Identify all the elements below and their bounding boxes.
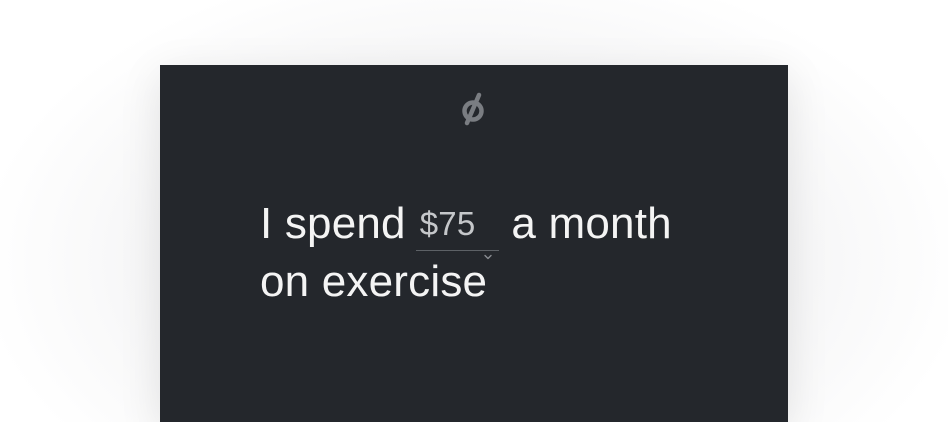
page-backdrop: I spend $75 a month on exercise — [0, 0, 948, 422]
monthly-spend-value: $75 — [419, 204, 476, 242]
monthly-spend-select[interactable]: $75 — [415, 202, 500, 259]
sentence-line-1: I spend $75 a month — [260, 195, 760, 259]
sentence-line-2: on exercise — [260, 257, 488, 306]
peloton-logo-icon — [459, 91, 489, 127]
chevron-down-icon — [483, 219, 493, 259]
sentence-suffix: a month — [511, 199, 672, 248]
spend-sentence: I spend $75 a month on exercise — [260, 195, 760, 311]
survey-card: I spend $75 a month on exercise — [160, 65, 788, 422]
sentence-prefix: I spend — [260, 199, 406, 248]
